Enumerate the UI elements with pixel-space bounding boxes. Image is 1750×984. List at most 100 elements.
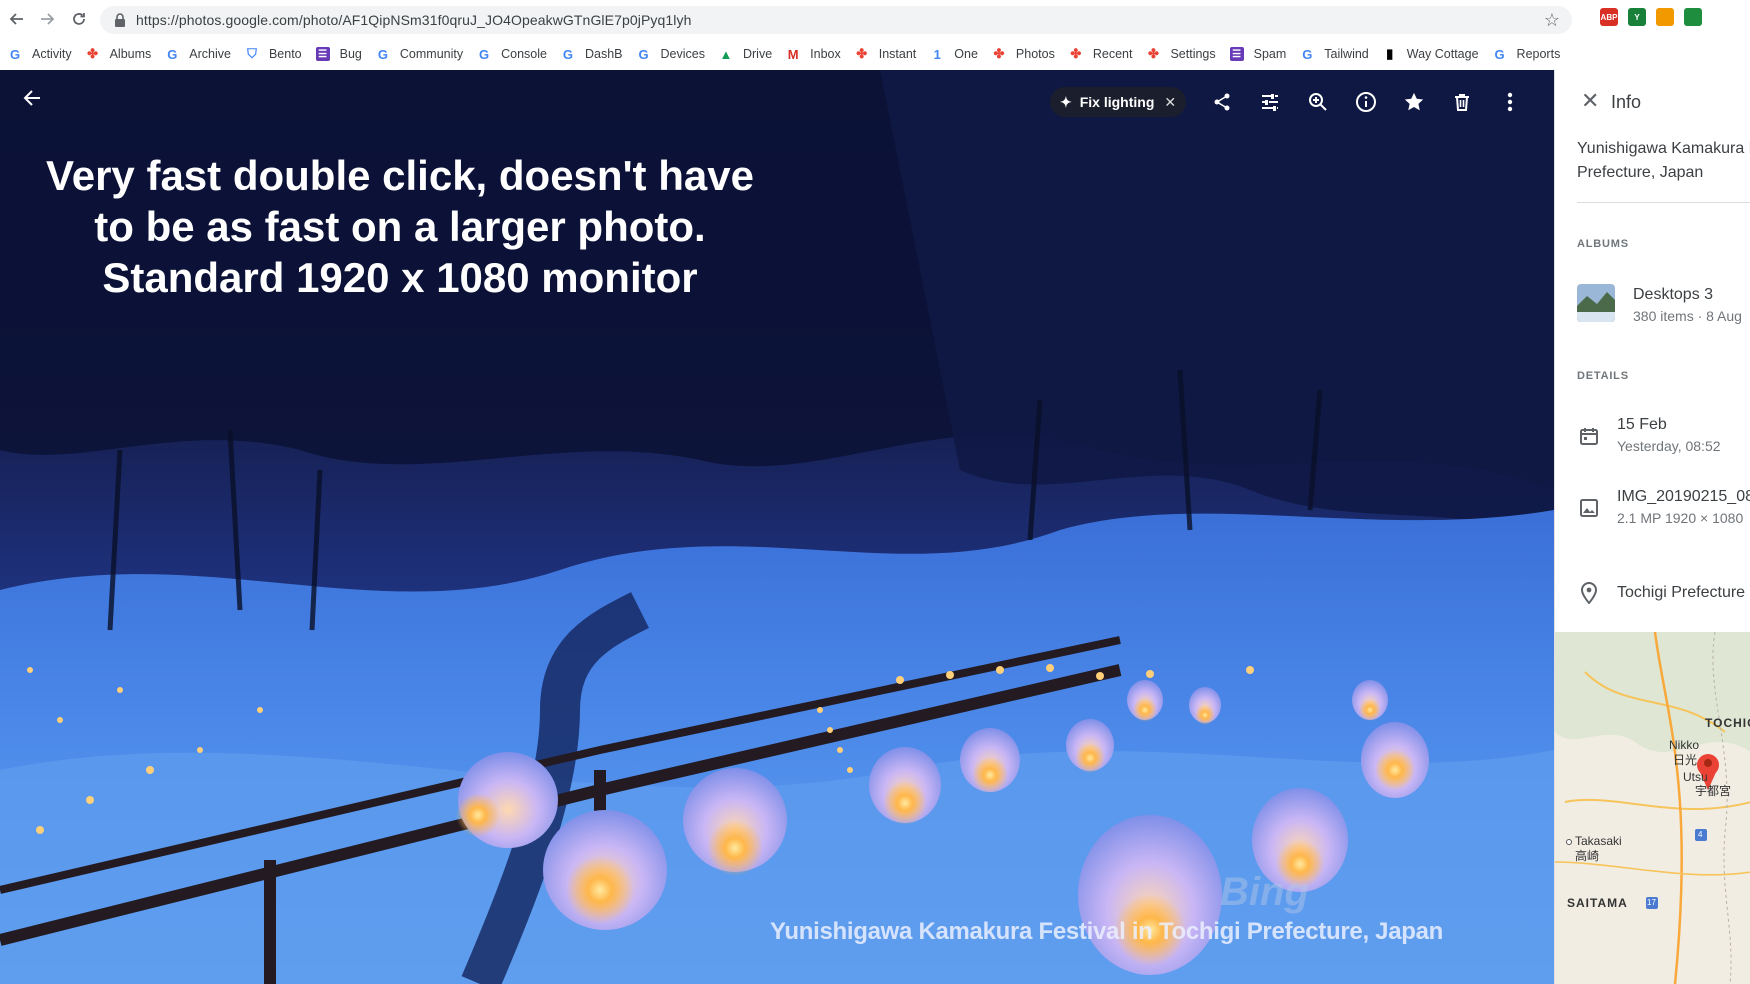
bookmark-albums[interactable]: ✤ Albums <box>86 46 152 61</box>
google-g-icon: G <box>1302 46 1313 62</box>
photo-date[interactable]: 15 Feb <box>1617 416 1667 434</box>
bookmark-archive[interactable]: G Archive <box>165 46 231 62</box>
list-icon: ☰ <box>315 47 330 61</box>
map-road-17: 17 <box>1647 898 1656 907</box>
map-label-utsu-jp: 宇都宮 <box>1695 784 1732 798</box>
google-g-icon: G <box>638 46 649 62</box>
bookmark-label: Recent <box>1092 47 1133 61</box>
photo-viewer[interactable]: ✦ Fix lighting ✕ Very fast double click,… <box>0 70 1554 984</box>
bookmark-label: Spam <box>1253 47 1287 61</box>
bookmark-label: Photos <box>1015 47 1055 61</box>
map-label-takasaki-jp: 高崎 <box>1575 849 1600 863</box>
map-label-nikko: Nikko <box>1669 738 1700 752</box>
annotation-line-2: to be as fast on a larger photo. <box>94 203 706 250</box>
abp-icon[interactable]: ABP <box>1600 8 1618 26</box>
google-g-icon: G <box>167 46 178 62</box>
albums-heading: ALBUMS <box>1577 238 1629 250</box>
photo-date-sub: Yesterday, 08:52 <box>1617 438 1721 454</box>
bookmark-one[interactable]: 1 One <box>930 46 978 62</box>
bookmark-community[interactable]: G Community <box>376 46 464 62</box>
location-name[interactable]: Tochigi Prefecture <box>1617 584 1745 602</box>
bookmark-drive[interactable]: ▲ Drive <box>719 46 773 62</box>
bookmarks-bar: G Activity ✤ Albums G Archive ⛉ Bento ☰ Bug G Commu… <box>0 38 1750 70</box>
more-options-icon[interactable] <box>1496 88 1524 116</box>
bookmark-label: Instant <box>878 47 917 61</box>
bookmark-photos[interactable]: ✤ Photos <box>992 46 1055 61</box>
bookmark-dashb[interactable]: G DashB <box>561 46 623 62</box>
info-icon[interactable] <box>1352 88 1380 116</box>
zoom-in-icon[interactable] <box>1304 88 1332 116</box>
bookmark-activity[interactable]: G Activity <box>8 46 72 62</box>
album-name[interactable]: Desktops 3 <box>1633 286 1713 304</box>
bookmark-label: Community <box>399 47 464 61</box>
description-line-1[interactable]: Yunishigawa Kamakura Festival in Tochigi <box>1577 140 1750 158</box>
bookmark-bug[interactable]: ☰ Bug <box>315 47 362 61</box>
fix-lighting-label: Fix lighting <box>1079 94 1155 110</box>
share-icon[interactable] <box>1208 88 1236 116</box>
google-g-icon: G <box>9 46 21 62</box>
gmail-icon: M <box>787 46 799 62</box>
annotation-line-3: Standard 1920 x 1080 monitor <box>102 254 698 301</box>
bookmark-settings[interactable]: ✤ Settings <box>1146 46 1216 61</box>
bookmark-spam[interactable]: ☰ Spam <box>1229 47 1287 61</box>
calendar-icon <box>1579 426 1601 448</box>
bookmark-star-icon[interactable]: ☆ <box>1544 10 1560 31</box>
bookmark-devices[interactable]: G Devices <box>637 46 705 62</box>
bookmark-inbox[interactable]: M Inbox <box>786 46 841 62</box>
location-map[interactable]: TOCHIGI Nikko 日光 Utsu 宇都宮 Takasaki 高崎 SA… <box>1555 632 1750 984</box>
info-panel: ✕ Info Yunishigawa Kamakura Festival in … <box>1554 70 1750 984</box>
antenna-icon[interactable]: Y <box>1628 8 1646 26</box>
info-title: Info <box>1611 92 1642 112</box>
lock-icon <box>114 13 126 27</box>
bookmark-label: Way Cottage <box>1406 47 1479 61</box>
description-line-2[interactable]: Prefecture, Japan <box>1577 164 1703 182</box>
photos-pinwheel-icon: ✤ <box>993 46 1005 61</box>
rss-icon[interactable] <box>1656 8 1674 26</box>
bookmark-label: Drive <box>742 47 773 61</box>
edit-sliders-icon[interactable] <box>1256 88 1284 116</box>
map-label-tochigi: TOCHIGI <box>1705 716 1750 730</box>
favorite-star-icon[interactable] <box>1400 88 1428 116</box>
forward-arrow-icon[interactable] <box>34 6 60 32</box>
browser-toolbar: https://photos.google.com/photo/AF1QipNS… <box>0 0 1750 38</box>
google-g-icon: G <box>1494 46 1505 62</box>
bookmark-bento[interactable]: ⛉ Bento <box>245 46 302 61</box>
photos-pinwheel-icon: ✤ <box>87 46 99 61</box>
bookmark-label: Activity <box>32 47 72 61</box>
delete-trash-icon[interactable] <box>1448 88 1476 116</box>
map-label-saitama: SAITAMA <box>1567 896 1628 910</box>
fix-lighting-chip[interactable]: ✦ Fix lighting ✕ <box>1050 87 1187 117</box>
map-label-takasaki: Takasaki <box>1575 834 1622 848</box>
drive-icon: ▲ <box>719 46 733 62</box>
evernote-icon[interactable] <box>1684 8 1702 26</box>
bookmark-way-cottage[interactable]: ▮ Way Cottage <box>1383 46 1479 61</box>
location-pin-icon <box>1579 581 1601 605</box>
back-arrow-icon[interactable] <box>18 84 46 112</box>
album-thumbnail[interactable] <box>1577 284 1615 322</box>
bookmark-reports[interactable]: G Reports <box>1493 46 1560 62</box>
photo-caption: Yunishigawa Kamakura Festival in Tochigi… <box>770 918 1444 945</box>
close-info-icon[interactable]: ✕ <box>1581 88 1599 114</box>
bookmark-label: Albums <box>109 47 152 61</box>
reload-icon[interactable] <box>66 6 92 32</box>
bookmark-label: Console <box>501 47 547 61</box>
image-file-icon <box>1579 498 1601 520</box>
bookmark-instant[interactable]: ✤ Instant <box>855 46 917 61</box>
google-g-icon: G <box>377 46 388 62</box>
viewer-toolbar: ✦ Fix lighting ✕ <box>0 70 1554 134</box>
address-bar[interactable]: https://photos.google.com/photo/AF1QipNS… <box>100 6 1572 34</box>
dismiss-chip-icon[interactable]: ✕ <box>1164 94 1176 111</box>
details-heading: DETAILS <box>1577 370 1629 382</box>
bookmark-label: Archive <box>189 47 231 61</box>
description-divider <box>1577 202 1750 203</box>
bookmark-tailwind[interactable]: G Tailwind <box>1300 46 1369 62</box>
bookmark-label: Settings <box>1170 47 1216 61</box>
bookmark-recent[interactable]: ✤ Recent <box>1069 46 1133 61</box>
google-g-icon: G <box>562 46 574 62</box>
annotation-text: Very fast double click, doesn't have to … <box>20 150 780 303</box>
annotation-line-1: Very fast double click, doesn't have <box>46 152 754 199</box>
back-arrow-icon[interactable] <box>4 6 30 32</box>
extension-icons: ABP Y <box>1600 8 1702 26</box>
one-icon: 1 <box>933 46 941 62</box>
bookmark-console[interactable]: G Console <box>477 47 547 62</box>
